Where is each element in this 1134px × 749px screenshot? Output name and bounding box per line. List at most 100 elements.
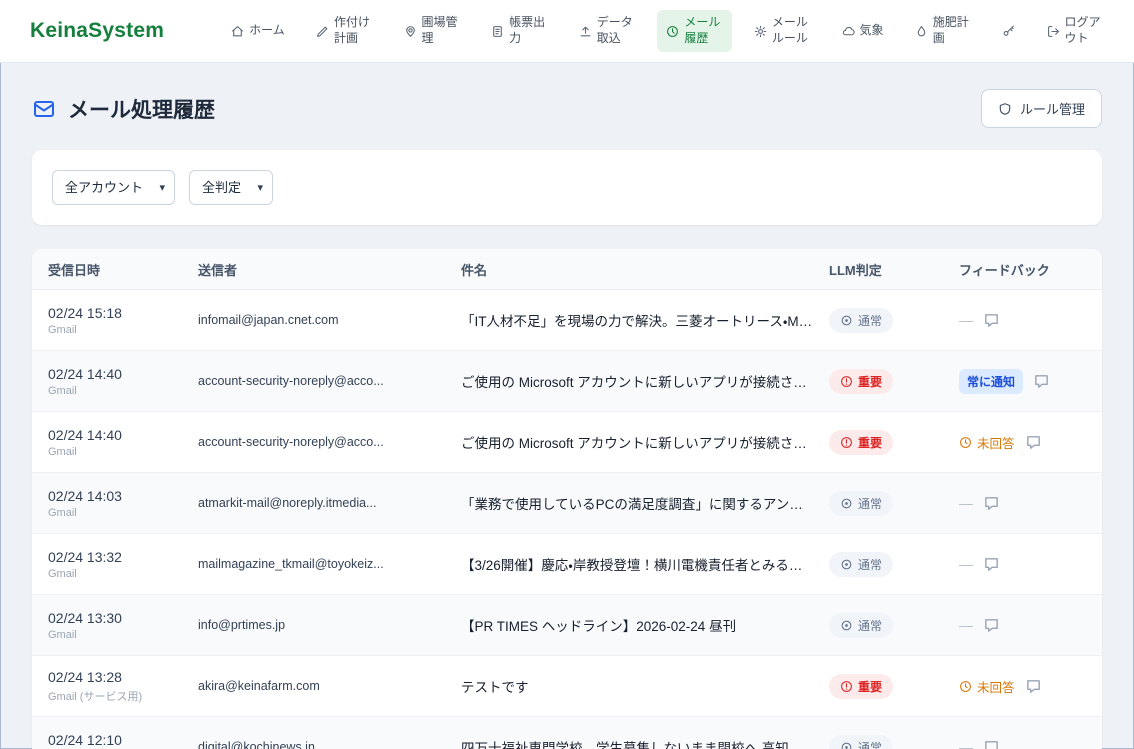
feedback-none-label: — — [959, 556, 973, 572]
feedback-comment-button[interactable] — [1033, 373, 1050, 390]
gear-icon — [754, 25, 767, 38]
judgment-label: 通常 — [858, 556, 882, 573]
alert-icon — [840, 375, 853, 388]
account-label: Gmail — [48, 568, 198, 580]
nav-item-logout[interactable]: ログアウト — [1038, 10, 1112, 51]
cell-sender: atmarkit-mail@noreply.itmedia... — [198, 496, 461, 510]
feedback-comment-button[interactable] — [983, 312, 1000, 329]
cell-subject: 【PR TIMES ヘッドライン】2026-02-24 昼刊 — [461, 615, 829, 635]
table-row[interactable]: 02/24 14:40Gmailaccount-security-noreply… — [32, 351, 1102, 412]
cell-llm-judgment: 通常 — [829, 308, 959, 333]
table-row[interactable]: 02/24 13:32Gmailmailmagazine_tkmail@toyo… — [32, 534, 1102, 595]
nav-item-label: データ取込 — [597, 15, 635, 46]
cell-llm-judgment: 通常 — [829, 552, 959, 577]
col-header-subject: 件名 — [461, 260, 829, 279]
nav-item-label: 帳票出力 — [509, 15, 547, 46]
account-filter-select[interactable]: 全アカウント — [52, 170, 175, 205]
account-label: Gmail — [48, 324, 198, 336]
cell-llm-judgment: 通常 — [829, 491, 959, 516]
feedback-none-label: — — [959, 739, 973, 749]
feedback-comment-button[interactable] — [983, 739, 1000, 749]
account-label: Gmail — [48, 446, 198, 458]
main-nav: ホーム 作付け計画圃場管理 帳票出力 データ取込メール履歴メールルール 気象 施肥計画 ログ… — [222, 10, 1112, 51]
judgment-filter-select[interactable]: 全判定 — [189, 170, 273, 205]
judgment-badge-important: 重要 — [829, 674, 893, 699]
nav-item-label: ログアウト — [1065, 15, 1103, 46]
cell-sender: mailmagazine_tkmail@toyokeiz... — [198, 557, 461, 571]
nav-item-data-import[interactable]: データ取込 — [570, 10, 644, 51]
rule-management-button[interactable]: ルール管理 — [981, 89, 1102, 128]
table-row[interactable]: 02/24 13:30Gmailinfo@prtimes.jp【PR TIMES… — [32, 595, 1102, 656]
nav-item-api-key[interactable] — [993, 20, 1024, 43]
judgment-filter-wrap: 全判定 — [189, 170, 273, 205]
cell-llm-judgment: 重要 — [829, 674, 959, 699]
main-content: メール処理履歴 ルール管理 全アカウント 全判定 受信日時 送信者 件名 LLM… — [0, 63, 1134, 749]
nav-item-label: 気象 — [860, 23, 884, 39]
judgment-badge-normal: 通常 — [829, 613, 893, 638]
nav-item-label: ホーム — [249, 23, 285, 39]
table-row[interactable]: 02/24 13:28Gmail (サービス用)akira@keinafarm.… — [32, 656, 1102, 717]
cell-feedback: — — [959, 739, 1086, 749]
cell-received-datetime: 02/24 15:18Gmail — [48, 305, 198, 336]
account-label: Gmail — [48, 507, 198, 519]
feedback-unanswered-badge: 未回答 — [959, 677, 1015, 696]
col-header-received: 受信日時 — [48, 260, 198, 279]
clock-icon — [959, 436, 972, 449]
cell-sender: account-security-noreply@acco... — [198, 435, 461, 449]
table-row[interactable]: 02/24 14:40 Gmailaccount-security-noreply… — [32, 412, 1102, 473]
nav-item-fertilization-plan[interactable]: 施肥計画 — [906, 10, 980, 51]
cell-feedback: — — [959, 556, 1086, 573]
feedback-comment-button[interactable] — [1025, 434, 1042, 451]
history-icon — [666, 25, 679, 38]
feedback-unanswered-label: 未回答 — [977, 433, 1015, 452]
feedback-comment-button[interactable] — [983, 556, 1000, 573]
nav-item-report-output[interactable]: 帳票出力 — [482, 10, 556, 51]
cell-feedback: — — [959, 495, 1086, 512]
cell-subject: ご使用の Microsoft アカウントに新しいアプリが接続されました — [461, 371, 829, 391]
mail-table-body: 02/24 15:18Gmailinfomail@japan.cnet.com「… — [32, 290, 1102, 749]
map-pin-icon — [404, 25, 417, 38]
cell-sender: info@prtimes.jp — [198, 618, 461, 632]
feedback-unanswered-label: 未回答 — [977, 677, 1015, 696]
cell-received-datetime: 02/24 14:40Gmail — [48, 366, 198, 397]
document-icon — [491, 25, 504, 38]
received-datetime: 02/24 13:28 — [48, 669, 198, 685]
table-row[interactable]: 02/24 14:03Gmailatmarkit-mail@noreply.it… — [32, 473, 1102, 534]
nav-item-mail-rules[interactable]: メールルール — [745, 10, 819, 51]
nav-item-planting-plan[interactable]: 作付け計画 — [307, 10, 381, 51]
page-title-wrap: メール処理履歴 — [32, 94, 215, 124]
target-icon — [840, 619, 853, 632]
table-header-row: 受信日時 送信者 件名 LLM判定 フィードバック — [32, 249, 1102, 290]
cell-received-datetime: 02/24 13:32Gmail — [48, 549, 198, 580]
judgment-label: 通常 — [858, 739, 882, 749]
cell-sender: account-security-noreply@acco... — [198, 374, 461, 388]
judgment-label: 重要 — [858, 434, 882, 451]
feedback-comment-button[interactable] — [1025, 678, 1042, 695]
nav-item-weather[interactable]: 気象 — [833, 18, 893, 44]
table-row[interactable]: 02/24 15:18Gmailinfomail@japan.cnet.com「… — [32, 290, 1102, 351]
cloud-icon — [842, 25, 855, 38]
cell-subject: 【3/26開催】慶応・岸教授登壇！横川電機責任者とみる経営... — [461, 554, 829, 574]
nav-item-home[interactable]: ホーム — [222, 18, 294, 44]
table-row[interactable]: 02/24 12:10Gmaildigital@kochinews.in...四… — [32, 717, 1102, 749]
cell-received-datetime: 02/24 13:28Gmail (サービス用) — [48, 669, 198, 704]
nav-item-field-management[interactable]: 圃場管理 — [395, 10, 469, 51]
nav-item-label: 施肥計画 — [933, 15, 971, 46]
feedback-comment-button[interactable] — [983, 617, 1000, 634]
judgment-badge-important: 重要 — [829, 430, 893, 455]
cell-feedback: 未回答 — [959, 433, 1086, 452]
feedback-none-label: — — [959, 312, 973, 328]
account-filter-wrap: 全アカウント — [52, 170, 175, 205]
nav-item-mail-history[interactable]: メール履歴 — [657, 10, 731, 51]
cell-feedback: — — [959, 617, 1086, 634]
shield-icon — [998, 102, 1012, 116]
app-logo: KeinaSystem — [30, 19, 164, 43]
feedback-comment-button[interactable] — [983, 495, 1000, 512]
cell-received-datetime: 02/24 13:30Gmail — [48, 610, 198, 641]
cell-llm-judgment: 通常 — [829, 735, 959, 749]
cell-subject: 「業務で使用しているPCの満足度調査」に関するアンケート ≪... — [461, 493, 829, 513]
feedback-none-label: — — [959, 617, 973, 633]
judgment-badge-normal: 通常 — [829, 491, 893, 516]
rule-management-label: ルール管理 — [1020, 99, 1085, 118]
received-datetime: 02/24 14:40 — [48, 427, 198, 443]
